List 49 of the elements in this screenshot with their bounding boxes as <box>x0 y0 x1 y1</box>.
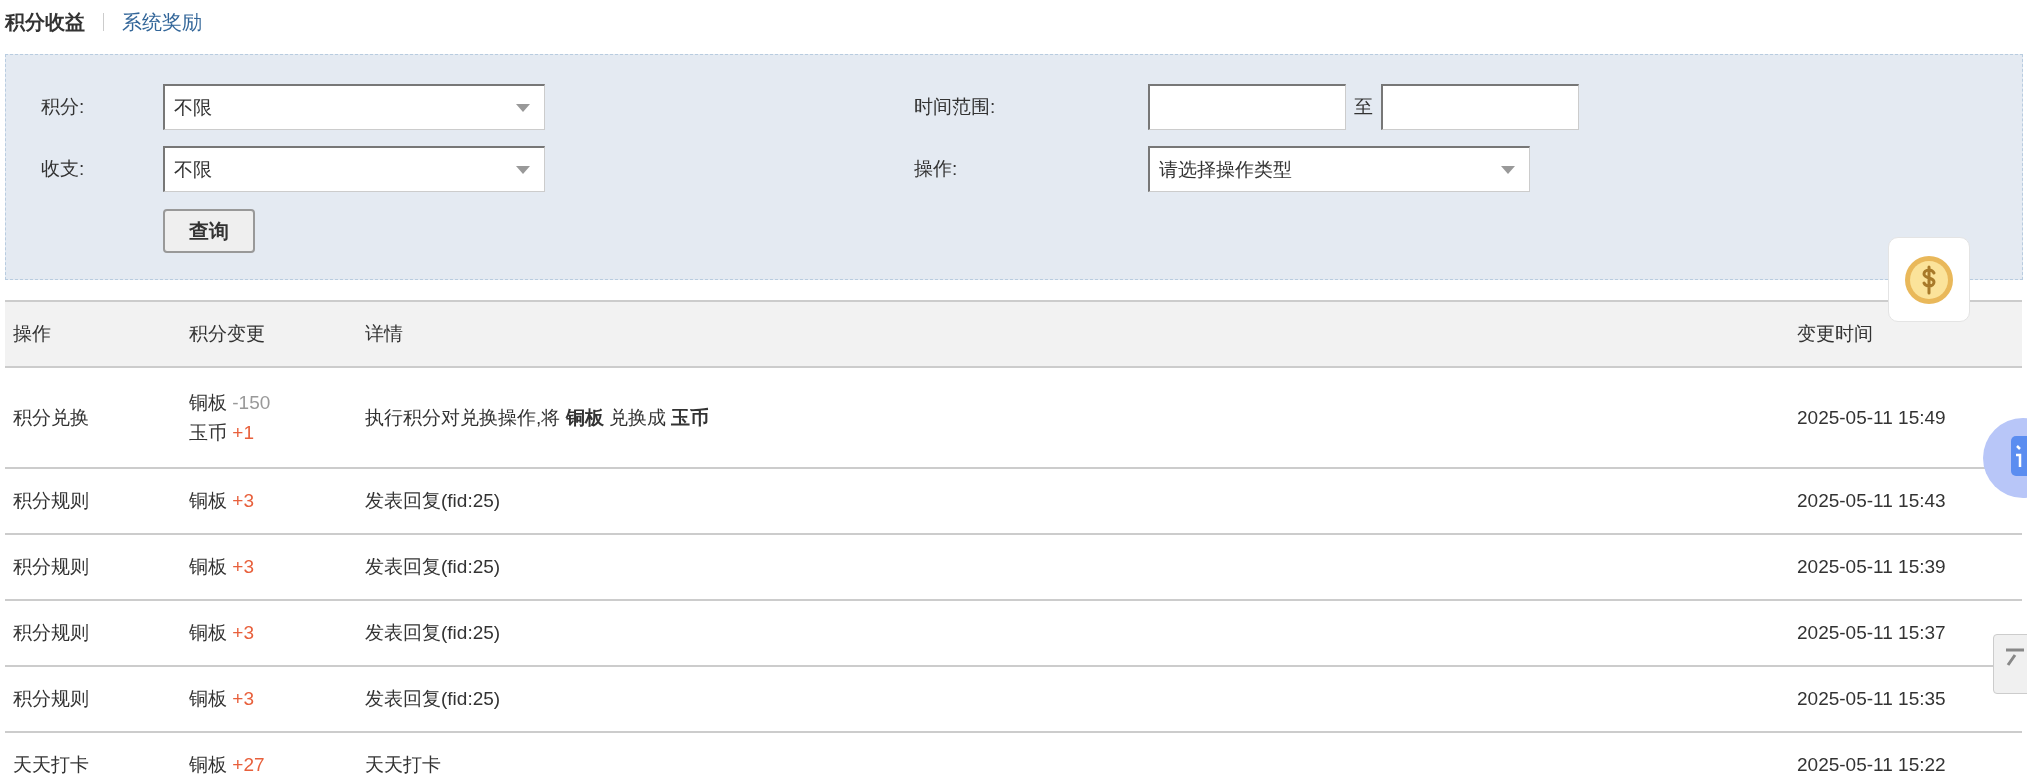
points-change: 玉币 +1 <box>189 420 255 445</box>
table-cell-text: 发表回复(fid:25) <box>365 621 502 645</box>
dropdown[interactable]: 不限 <box>163 84 545 130</box>
points-change: 铜板 +3 <box>189 687 255 711</box>
table-cell-text: 积分规则 <box>13 555 90 579</box>
start-date-field[interactable] <box>1148 84 1346 130</box>
column-header: 积分变更 <box>189 322 266 346</box>
field-label: 积分: <box>41 95 86 119</box>
table-cell-text: 执行积分对兑换操作,将 铜板 兑换成 玉币 <box>365 405 711 430</box>
table-cell-text: 2025-05-11 15:43 <box>1797 490 1947 512</box>
table-cell-text: 天天打卡 <box>365 753 442 777</box>
table-cell-text: 积分兑换 <box>13 405 90 430</box>
caret-icon <box>516 166 530 174</box>
table-cell-text: 积分规则 <box>13 687 90 711</box>
points-change: 铜板 +3 <box>189 621 255 645</box>
arrow-up-icon <box>2004 647 2024 667</box>
coin-icon <box>1903 253 1955 306</box>
field-label: 时间范围: <box>914 95 997 119</box>
range-separator: 至 <box>1354 95 1373 119</box>
table-cell-text: 积分规则 <box>13 621 90 645</box>
column-header: 详情 <box>365 322 404 346</box>
column-header: 变更时间 <box>1797 322 1874 346</box>
field-label: 操作: <box>914 157 959 181</box>
field-label: 收支: <box>41 157 86 181</box>
table-cell-text: 发表回复(fid:25) <box>365 555 502 579</box>
table-cell-text: 2025-05-11 15:39 <box>1797 556 1947 578</box>
table-cell-text: 2025-05-11 15:35 <box>1797 688 1947 710</box>
dropdown[interactable]: 不限 <box>163 146 545 192</box>
query-button[interactable]: 查询 <box>163 209 255 253</box>
points-change: 铜板 +3 <box>189 555 255 579</box>
points-change: 铜板 +27 <box>189 753 266 777</box>
table-cell-text: 2025-05-11 15:37 <box>1797 622 1947 644</box>
table-cell-text: 发表回复(fid:25) <box>365 687 502 711</box>
coin-button[interactable] <box>1888 237 1970 322</box>
table-cell-text: 天天打卡 <box>13 753 90 777</box>
table-cell-text: 2025-05-11 15:49 <box>1797 406 1947 429</box>
end-date-field[interactable] <box>1381 84 1579 130</box>
table-cell-text: 2025-05-11 15:22 <box>1797 754 1947 776</box>
caret-icon <box>516 104 530 112</box>
column-header: 操作 <box>13 322 52 346</box>
tab[interactable]: 积分收益 <box>5 8 85 36</box>
tab[interactable]: 系统奖励 <box>122 8 202 36</box>
dropdown[interactable]: 请选择操作类型 <box>1148 146 1530 192</box>
points-change: 铜板 -150 <box>189 390 272 415</box>
table-cell-text: 发表回复(fid:25) <box>365 489 502 513</box>
chat-icon <box>2011 436 2027 476</box>
caret-icon <box>1501 166 1515 174</box>
table-cell-text: 积分规则 <box>13 489 90 513</box>
points-change: 铜板 +3 <box>189 489 255 513</box>
